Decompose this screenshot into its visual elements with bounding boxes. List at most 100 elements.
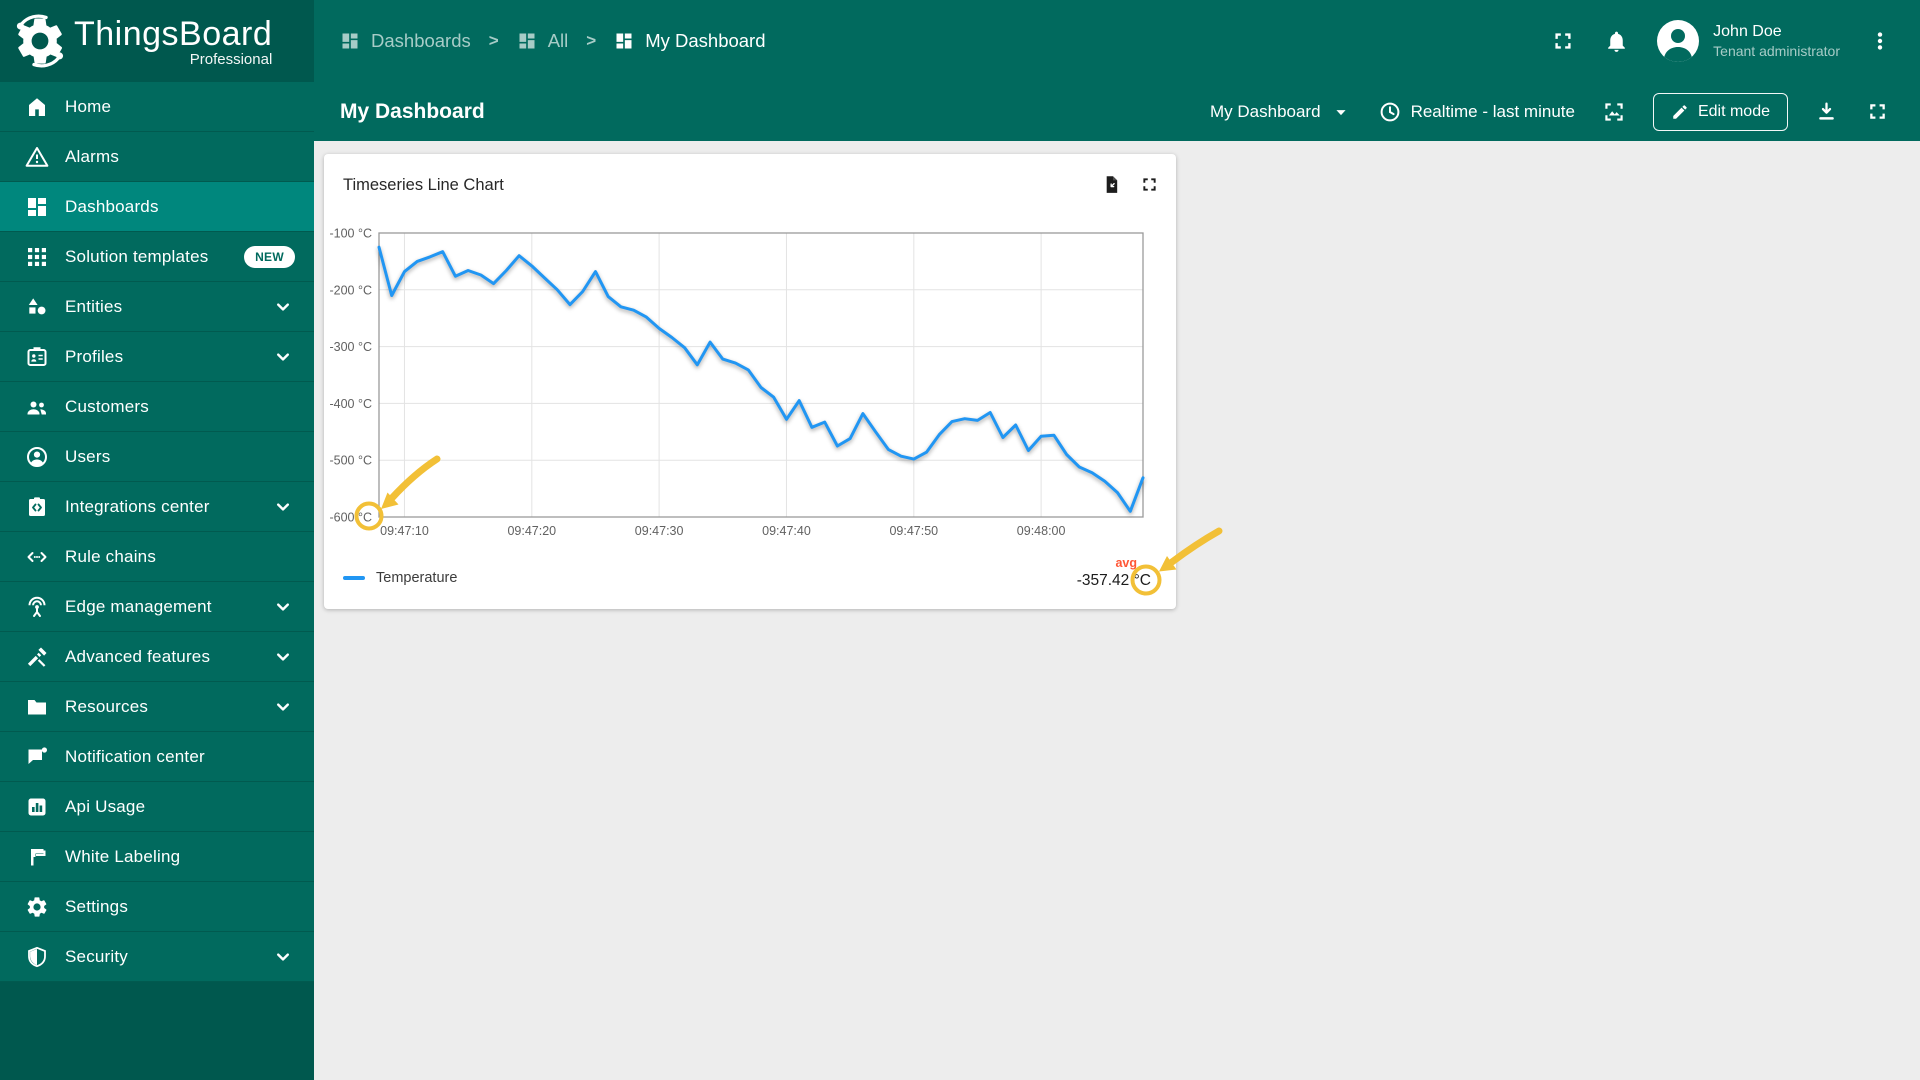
more-menu-button[interactable] [1868, 29, 1892, 53]
sidebar-item-entities[interactable]: Entities [0, 282, 314, 332]
user-name: John Doe [1713, 23, 1782, 40]
alarms-icon [25, 145, 49, 169]
state-select-label: My Dashboard [1210, 101, 1321, 121]
user-role: Tenant administrator [1713, 43, 1840, 59]
sidebar: Home Alarms Dashboards Solution templates NE… [0, 82, 314, 1080]
sidebar-item-label: Solution templates [65, 246, 209, 266]
sidebar-item-integrations-center[interactable]: Integrations center [0, 482, 314, 532]
sidebar-item-security[interactable]: Security [0, 932, 314, 982]
users-icon [25, 445, 49, 469]
sidebar-item-label: Integrations center [65, 496, 210, 516]
sidebar-item-label: Entities [65, 296, 123, 316]
chart-legend: Temperature avg -357.42 °C [343, 552, 1151, 592]
sidebar-item-home[interactable]: Home [0, 82, 314, 132]
breadcrumb: Dashboards > All > My Dashboard [314, 0, 1550, 82]
notifications-button[interactable] [1604, 29, 1629, 54]
sidebar-item-advanced-features[interactable]: Advanced features [0, 632, 314, 682]
sidebar-item-label: Resources [65, 696, 149, 716]
svg-text:09:47:30: 09:47:30 [635, 524, 684, 538]
sidebar-item-resources[interactable]: Resources [0, 682, 314, 732]
aggregation-value: -357.42 °C [1076, 572, 1151, 589]
toolbar-fullscreen-button[interactable] [1865, 99, 1890, 124]
breadcrumb-all[interactable]: All [517, 30, 569, 52]
svg-text:-300 °C: -300 °C [329, 340, 372, 354]
dashboard-image-button[interactable] [1601, 99, 1627, 125]
dashboards-icon [25, 195, 49, 219]
rule-chains-icon [25, 545, 49, 569]
dashboard-title: My Dashboard [340, 99, 485, 123]
thingsboard-logo[interactable]: ThingsBoard Professional [0, 0, 314, 82]
sidebar-item-label: Advanced features [65, 646, 211, 666]
edge-icon [25, 595, 49, 619]
chevron-down-icon [271, 945, 295, 969]
download-icon [1814, 99, 1839, 124]
sidebar-item-api-usage[interactable]: Api Usage [0, 782, 314, 832]
notifications-bell-icon [1604, 29, 1629, 54]
white-labeling-icon [25, 845, 49, 869]
svg-text:09:47:20: 09:47:20 [507, 524, 556, 538]
sidebar-item-label: Users [65, 446, 111, 466]
sidebar-item-alarms[interactable]: Alarms [0, 132, 314, 182]
sidebar-item-users[interactable]: Users [0, 432, 314, 482]
svg-text:-100 °C: -100 °C [329, 227, 372, 241]
chevron-down-icon [271, 495, 295, 519]
new-badge: NEW [244, 245, 295, 268]
edit-mode-label: Edit mode [1697, 102, 1770, 120]
dashboards-icon [614, 31, 634, 51]
svg-text:09:47:40: 09:47:40 [762, 524, 811, 538]
chevron-down-icon [271, 295, 295, 319]
legend-series-temperature[interactable]: Temperature [343, 570, 457, 592]
sidebar-item-label: Rule chains [65, 546, 157, 566]
dashboard-image-icon [1601, 99, 1627, 125]
breadcrumb-label: All [547, 30, 569, 51]
user-menu[interactable]: John Doe Tenant administrator [1657, 20, 1840, 62]
svg-text:09:47:10: 09:47:10 [380, 524, 429, 538]
aggregation-label: avg [1115, 556, 1137, 570]
top-header: ThingsBoard Professional Dashboards > Al… [0, 0, 1920, 82]
api-usage-icon [25, 795, 49, 819]
svg-text:-500 °C: -500 °C [329, 454, 372, 468]
chevron-down-icon [271, 645, 295, 669]
notifications-icon [25, 745, 49, 769]
sidebar-item-label: Home [65, 96, 112, 116]
sidebar-item-notification-center[interactable]: Notification center [0, 732, 314, 782]
sidebar-item-dashboards[interactable]: Dashboards [0, 182, 314, 232]
profiles-icon [25, 345, 49, 369]
integrations-icon [25, 495, 49, 519]
timewindow-label: Realtime - last minute [1410, 101, 1575, 121]
sidebar-item-rule-chains[interactable]: Rule chains [0, 532, 314, 582]
settings-icon [25, 895, 49, 919]
edit-mode-button[interactable]: Edit mode [1652, 92, 1788, 131]
breadcrumb-my-dashboard[interactable]: My Dashboard [614, 30, 766, 52]
header-actions: John Doe Tenant administrator [1550, 0, 1920, 82]
sidebar-item-settings[interactable]: Settings [0, 882, 314, 932]
sidebar-item-label: Settings [65, 896, 129, 916]
solution-templates-icon [25, 245, 49, 269]
dashboard-state-select[interactable]: My Dashboard [1210, 101, 1352, 123]
advanced-icon [25, 645, 49, 669]
sidebar-item-white-labeling[interactable]: White Labeling [0, 832, 314, 882]
breadcrumb-separator: > [586, 31, 597, 50]
svg-text:-600 °C: -600 °C [329, 511, 372, 525]
breadcrumb-dashboards[interactable]: Dashboards [340, 30, 471, 52]
sidebar-item-solution-templates[interactable]: Solution templates NEW [0, 232, 314, 282]
chevron-down-icon [271, 345, 295, 369]
fullscreen-icon [1865, 99, 1890, 124]
app-edition: Professional [189, 50, 273, 68]
sidebar-item-edge-management[interactable]: Edge management [0, 582, 314, 632]
fullscreen-button[interactable] [1550, 28, 1576, 54]
svg-text:09:47:50: 09:47:50 [889, 524, 938, 538]
sidebar-item-profiles[interactable]: Profiles [0, 332, 314, 382]
dashboards-icon [340, 31, 360, 51]
dashboard-toolbar: My Dashboard My Dashboard Realtime - las… [314, 82, 1920, 141]
resources-icon [25, 695, 49, 719]
sidebar-item-customers[interactable]: Customers [0, 382, 314, 432]
thingsboard-gear-logo-icon [12, 11, 68, 71]
timewindow-button[interactable]: Realtime - last minute [1378, 100, 1575, 124]
series-name: Temperature [376, 570, 458, 586]
download-button[interactable] [1814, 99, 1839, 124]
breadcrumb-label: Dashboards [371, 30, 471, 51]
svg-text:-200 °C: -200 °C [329, 283, 372, 297]
chevron-down-icon [271, 595, 295, 619]
chevron-down-icon [271, 695, 295, 719]
